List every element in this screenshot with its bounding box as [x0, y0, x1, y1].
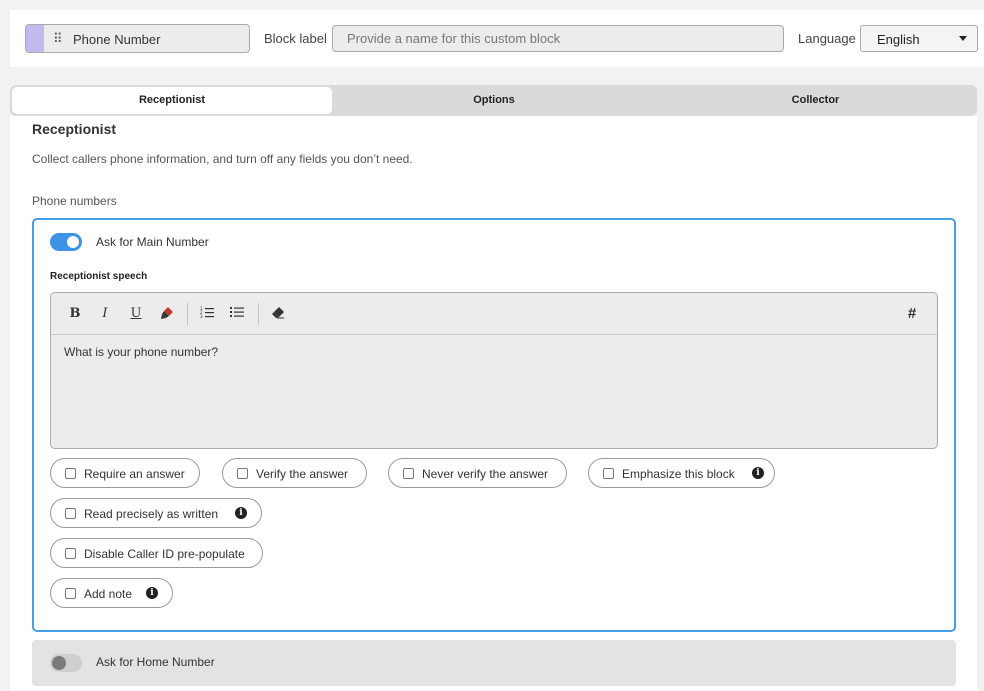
info-icon[interactable]: i [235, 507, 247, 519]
drag-handle-icon[interactable]: ⠿ [53, 31, 63, 47]
tab-options[interactable]: Options [334, 87, 654, 114]
ordered-list-icon[interactable]: 123 [197, 304, 217, 324]
block-label-caption: Block label [264, 31, 327, 46]
bold-icon[interactable]: B [65, 304, 85, 324]
verify-answer-checkbox[interactable] [237, 468, 248, 479]
chevron-down-icon [959, 36, 967, 41]
add-note-checkbox[interactable] [65, 588, 76, 599]
require-answer-checkbox[interactable] [65, 468, 76, 479]
language-select[interactable]: English [860, 25, 978, 52]
underline-icon[interactable]: U [126, 304, 146, 324]
speech-text[interactable]: What is your phone number? [64, 345, 218, 359]
never-verify-checkbox[interactable] [403, 468, 414, 479]
block-label-input[interactable] [332, 25, 784, 52]
speech-editor[interactable]: B I U 123 # What is your phone number? [50, 292, 938, 449]
option-label: Verify the answer [256, 467, 349, 481]
bullet-list-icon[interactable] [227, 304, 247, 324]
toolbar-separator [187, 303, 188, 325]
block-name: Phone Number [73, 32, 161, 47]
home-number-row: Ask for Home Number [32, 640, 956, 686]
language-value: English [877, 32, 920, 47]
tab-bar: Receptionist Options Collector [10, 85, 977, 116]
home-number-toggle[interactable] [50, 654, 82, 672]
main-number-toggle-label: Ask for Main Number [96, 235, 209, 249]
receptionist-panel: Receptionist Collect callers phone infor… [10, 116, 977, 691]
option-label: Disable Caller ID pre-populate [84, 547, 245, 561]
require-answer-option[interactable]: Require an answer [50, 458, 200, 488]
option-label: Emphasize this block [622, 467, 735, 481]
eraser-icon[interactable] [268, 304, 288, 324]
read-precisely-checkbox[interactable] [65, 508, 76, 519]
add-note-option[interactable]: Add note i [50, 578, 173, 608]
speech-label: Receptionist speech [50, 271, 148, 282]
section-description: Collect callers phone information, and t… [32, 152, 413, 166]
emphasize-block-checkbox[interactable] [603, 468, 614, 479]
disable-caller-id-checkbox[interactable] [65, 548, 76, 559]
italic-icon[interactable]: I [95, 304, 115, 324]
verify-answer-option[interactable]: Verify the answer [222, 458, 367, 488]
option-label: Require an answer [84, 467, 185, 481]
disable-caller-id-option[interactable]: Disable Caller ID pre-populate [50, 538, 263, 568]
editor-toolbar: B I U 123 # [51, 293, 937, 335]
block-color-stripe [26, 25, 44, 52]
never-verify-option[interactable]: Never verify the answer [388, 458, 567, 488]
option-label: Read precisely as written [84, 507, 219, 521]
main-number-toggle[interactable] [50, 233, 82, 251]
option-label: Never verify the answer [422, 467, 549, 481]
section-title: Receptionist [32, 121, 117, 137]
language-caption: Language [798, 31, 856, 46]
block-header: ⠿ Phone Number Block label Language Engl… [10, 10, 984, 67]
home-number-toggle-label: Ask for Home Number [96, 655, 215, 669]
emphasize-block-option[interactable]: Emphasize this block i [588, 458, 775, 488]
toolbar-separator [258, 303, 259, 325]
block-name-chip[interactable]: ⠿ Phone Number [25, 24, 250, 53]
tab-receptionist[interactable]: Receptionist [12, 87, 332, 114]
main-number-card: Ask for Main Number Receptionist speech … [32, 218, 956, 632]
info-icon[interactable]: i [752, 467, 764, 479]
tab-collector[interactable]: Collector [656, 87, 975, 114]
info-icon[interactable]: i [146, 587, 158, 599]
highlight-icon[interactable] [157, 304, 177, 324]
phone-numbers-heading: Phone numbers [32, 194, 117, 208]
svg-text:3: 3 [200, 314, 203, 318]
read-precisely-option[interactable]: Read precisely as written i [50, 498, 262, 528]
hash-icon[interactable]: # [902, 304, 922, 324]
option-label: Add note [84, 587, 133, 601]
